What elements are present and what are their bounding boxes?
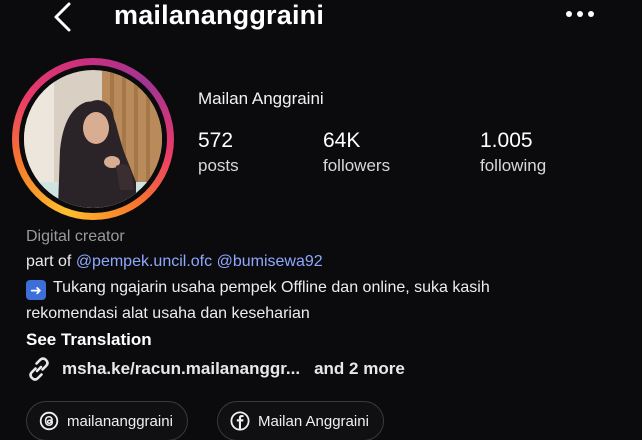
external-link[interactable]: msha.ke/racun.mailananggr... and 2 more bbox=[26, 356, 405, 382]
chevron-left-icon bbox=[54, 2, 71, 32]
following-stat[interactable]: 1.005 following bbox=[480, 128, 546, 178]
followers-count: 64K bbox=[323, 129, 361, 152]
part-of-line: part of @pempek.uncil.ofc @bumisewa92 bbox=[26, 253, 323, 271]
threads-chip-label: mailananggraini bbox=[67, 412, 173, 430]
profile-photo bbox=[24, 70, 162, 208]
bio-line-1: ➜ Tukang ngajarin usaha pempek Offline da… bbox=[26, 279, 490, 300]
mention-link-bumisewa[interactable]: @bumisewa92 bbox=[217, 253, 323, 270]
profile-username: mailananggraini bbox=[114, 0, 325, 30]
right-arrow-emoji-icon: ➜ bbox=[26, 280, 46, 300]
profile-category: Digital creator bbox=[26, 228, 125, 245]
more-links-button[interactable]: and 2 more bbox=[314, 359, 405, 379]
mention-link-pempek[interactable]: @pempek.uncil.ofc bbox=[76, 253, 212, 270]
posts-count: 572 bbox=[198, 129, 234, 152]
more-options-button[interactable] bbox=[562, 6, 598, 22]
following-count: 1.005 bbox=[480, 129, 533, 152]
avatar[interactable] bbox=[24, 70, 162, 208]
more-horizontal-icon bbox=[566, 11, 594, 17]
threads-icon bbox=[39, 411, 59, 431]
bio-line-2: rekomendasi alat usaha dan keseharian bbox=[26, 305, 310, 322]
following-label: following bbox=[480, 156, 547, 175]
facebook-profile-chip[interactable]: Mailan Anggraini bbox=[217, 401, 384, 440]
followers-label: followers bbox=[323, 156, 391, 175]
part-of-prefix: part of bbox=[26, 253, 72, 270]
facebook-icon bbox=[230, 411, 250, 431]
posts-label: posts bbox=[198, 156, 239, 175]
back-button[interactable] bbox=[44, 0, 80, 34]
followers-stat[interactable]: 64K followers bbox=[323, 128, 390, 178]
profile-display-name: Mailan Anggraini bbox=[198, 89, 324, 108]
facebook-chip-label: Mailan Anggraini bbox=[258, 412, 369, 430]
profile-screen: mailananggraini Mailan Anggraini 572 pos… bbox=[0, 0, 642, 440]
link-icon bbox=[29, 357, 49, 381]
see-translation-button[interactable]: See Translation bbox=[26, 330, 152, 350]
external-link-url[interactable]: msha.ke/racun.mailananggr... bbox=[62, 359, 300, 379]
threads-profile-chip[interactable]: mailananggraini bbox=[26, 401, 188, 440]
posts-stat[interactable]: 572 posts bbox=[198, 128, 239, 178]
story-ring[interactable] bbox=[12, 58, 174, 220]
bio-text-1: Tukang ngajarin usaha pempek Offline dan… bbox=[53, 279, 490, 296]
